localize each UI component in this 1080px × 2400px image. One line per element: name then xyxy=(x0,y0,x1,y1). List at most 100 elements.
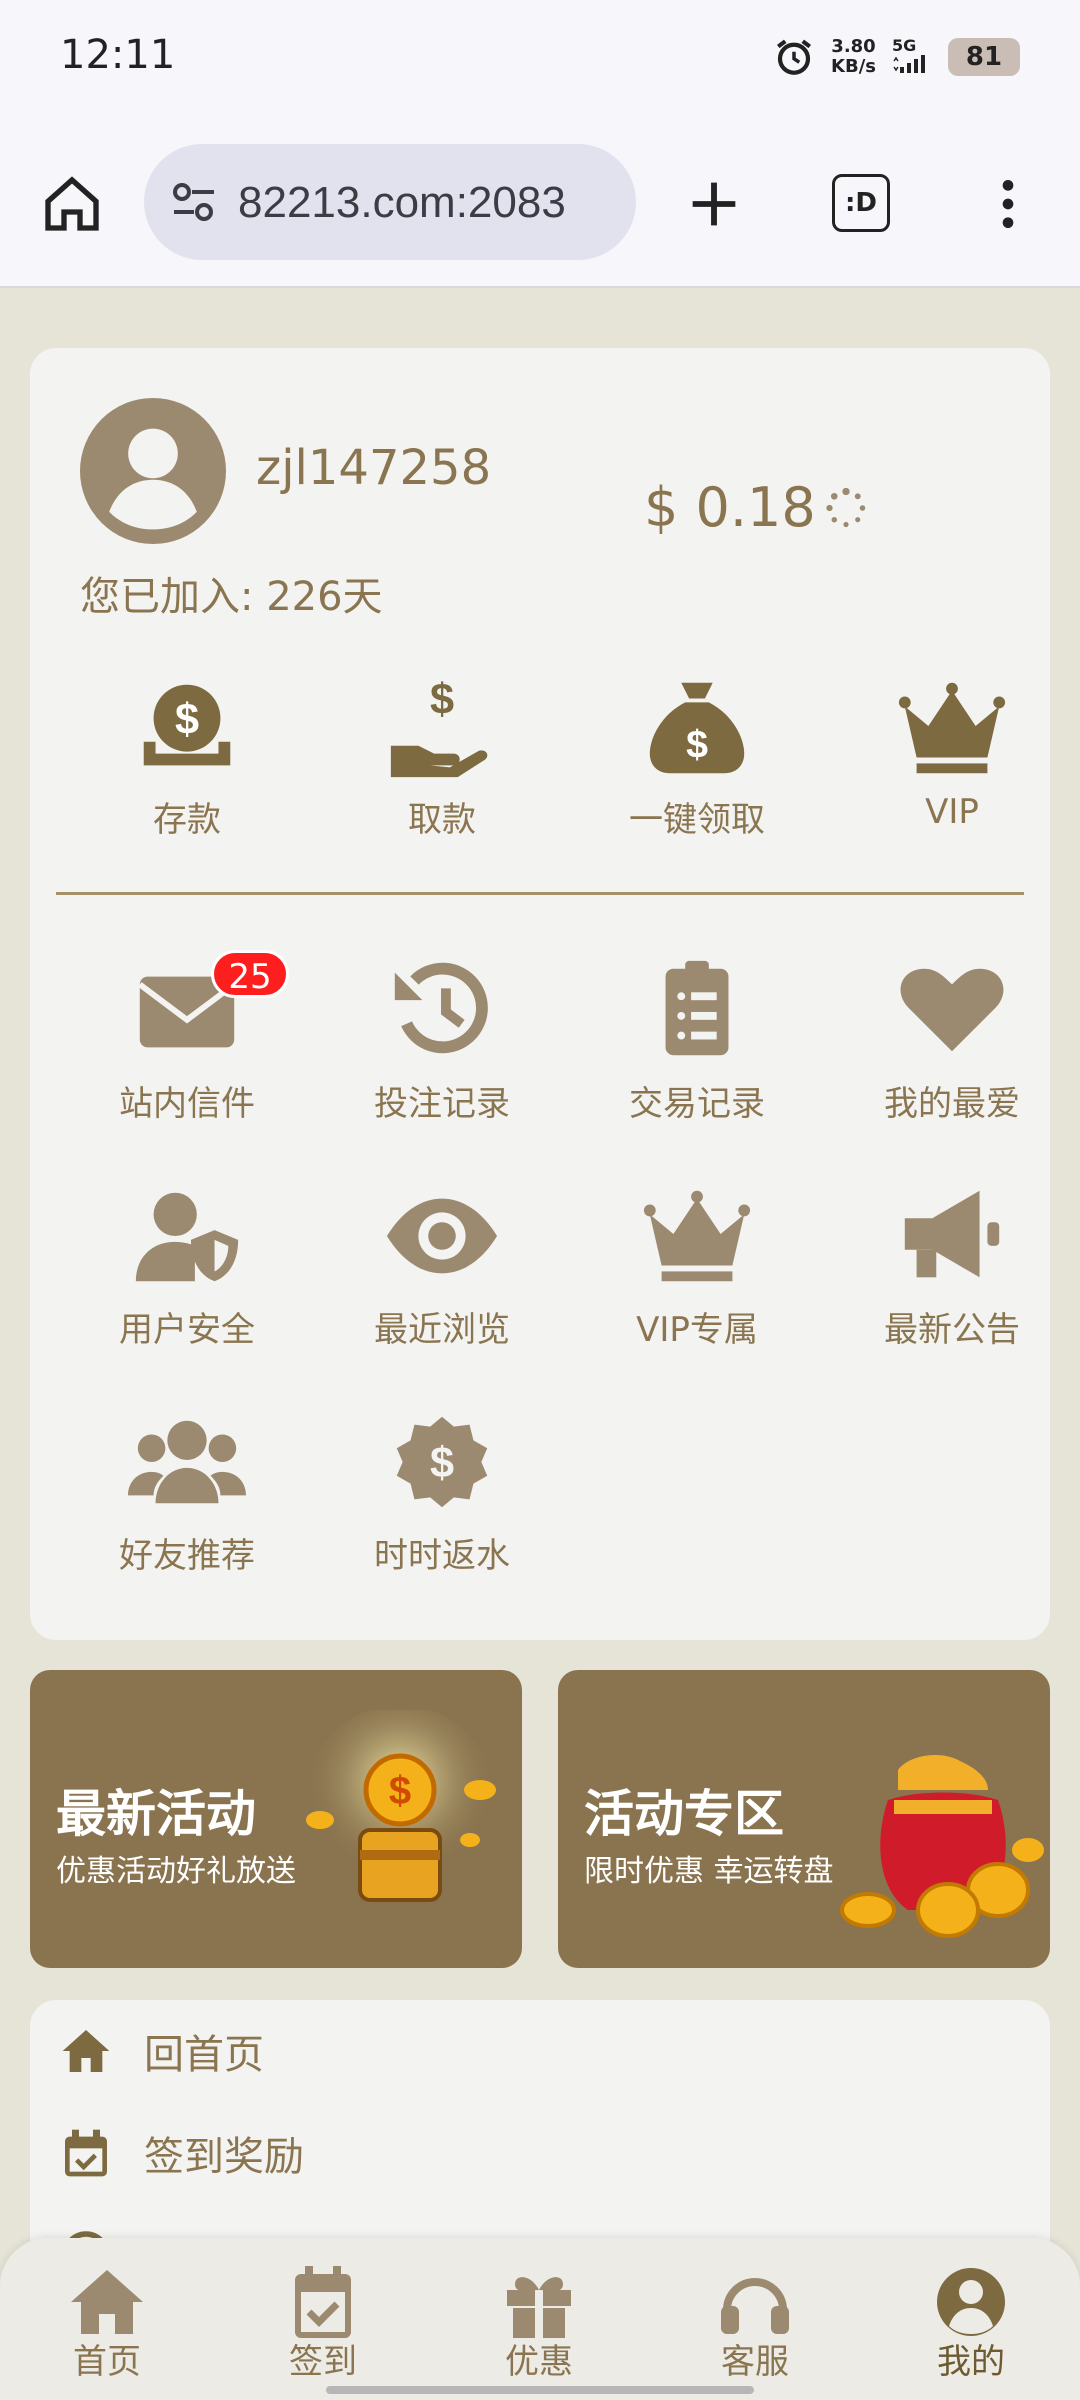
nav-profile[interactable]: 我的 xyxy=(896,2266,1046,2383)
tabs-icon[interactable]: :D xyxy=(832,174,890,232)
clipboard-icon xyxy=(665,960,729,1056)
nav-checkin[interactable]: 签到 xyxy=(248,2266,398,2383)
menu-item-home[interactable]: 回首页 xyxy=(58,2016,264,2086)
speed-unit: KB/s xyxy=(831,56,876,77)
bottom-nav: 首页 签到 优惠 客服 我的 xyxy=(0,2238,1080,2400)
withdraw-icon: $ xyxy=(390,678,488,778)
withdraw-label: 取款 xyxy=(408,800,476,840)
home-icon xyxy=(71,2270,143,2334)
home-icon xyxy=(62,2030,110,2072)
user-circle-icon xyxy=(937,2268,1005,2336)
promo-title: 活动专区 xyxy=(584,1785,784,1843)
status-time: 12:11 xyxy=(60,32,176,78)
alarm-icon xyxy=(777,39,812,75)
gesture-bar xyxy=(326,2386,754,2394)
tune-icon[interactable] xyxy=(170,180,218,224)
promo-activity-zone[interactable]: 活动专区 限时优惠 幸运转盘 xyxy=(558,1670,1050,1968)
nav-label: 优惠 xyxy=(505,2342,573,2382)
menu-item-label: 签到奖励 xyxy=(144,2134,304,2180)
join-duration: 您已加入: 226天 xyxy=(80,574,383,620)
signal-indicator: 5G xyxy=(892,37,932,77)
eye-icon xyxy=(386,1198,498,1274)
avatar[interactable] xyxy=(80,398,226,544)
nav-label: 客服 xyxy=(721,2342,789,2382)
cashback-label: 时时返水 xyxy=(374,1536,510,1576)
status-icons: 3.80 KB/s 5G 81 xyxy=(773,36,1020,78)
svg-text:$: $ xyxy=(430,678,454,724)
vip-exclusive-label: VIP专属 xyxy=(636,1310,758,1350)
recent-views-button[interactable]: 最近浏览 xyxy=(322,1186,562,1351)
bet-history-label: 投注记录 xyxy=(374,1084,510,1124)
inbox-button[interactable]: 25 站内信件 xyxy=(67,950,307,1125)
security-button[interactable]: 用户安全 xyxy=(67,1186,307,1351)
calendar-check-icon xyxy=(65,2129,107,2177)
promo-subtitle: 限时优惠 幸运转盘 xyxy=(584,1854,834,1889)
gift-icon xyxy=(507,2277,571,2338)
nav-support[interactable]: 客服 xyxy=(680,2266,830,2383)
nav-label: 签到 xyxy=(289,2342,357,2382)
announcements-label: 最新公告 xyxy=(884,1310,1020,1350)
browser-toolbar: 82213.com:2083 :D xyxy=(0,112,1080,288)
menu-item-label: 回首页 xyxy=(144,2032,264,2078)
svg-text:$: $ xyxy=(430,1440,454,1488)
vip-button[interactable]: VIP xyxy=(832,678,1072,832)
network-type: 5G xyxy=(892,36,917,55)
lucky-bag-icon xyxy=(840,1755,1044,1938)
refresh-icon[interactable] xyxy=(824,486,868,530)
url-bar[interactable]: 82213.com:2083 xyxy=(144,144,636,260)
deposit-button[interactable]: $ 存款 xyxy=(67,678,307,841)
money-bag-icon: $ xyxy=(649,682,745,774)
plus-icon[interactable] xyxy=(682,172,746,236)
deposit-icon: $ xyxy=(143,684,231,766)
favorites-button[interactable]: 我的最爱 xyxy=(832,960,1072,1125)
divider xyxy=(56,892,1024,895)
home-icon[interactable] xyxy=(40,172,104,236)
headset-icon xyxy=(721,2278,789,2334)
status-bar: 12:11 3.80 KB/s 5G 81 xyxy=(0,0,1080,112)
heart-icon xyxy=(900,968,1004,1052)
announcements-button[interactable]: 最新公告 xyxy=(832,1186,1072,1351)
inbox-label: 站内信件 xyxy=(119,1084,255,1124)
nav-home[interactable]: 首页 xyxy=(32,2266,182,2383)
vip-exclusive-button[interactable]: VIP专属 xyxy=(577,1186,817,1351)
users-icon xyxy=(128,1420,246,1504)
promo-latest-activities[interactable]: $ 最新活动 优惠活动好礼放送 xyxy=(30,1670,522,1968)
treasure-chest-icon: $ xyxy=(305,1710,496,1902)
crown-icon xyxy=(643,1190,751,1282)
svg-text:$: $ xyxy=(686,723,708,767)
more-icon[interactable] xyxy=(976,172,1040,236)
balance: $ 0.18 xyxy=(644,476,816,539)
referral-label: 好友推荐 xyxy=(119,1536,255,1576)
nav-label: 首页 xyxy=(73,2342,141,2382)
svg-text:$: $ xyxy=(175,696,199,744)
referral-button[interactable]: 好友推荐 xyxy=(67,1412,307,1577)
claim-all-button[interactable]: $ 一键领取 xyxy=(577,678,817,841)
speed-value: 3.80 xyxy=(831,36,876,57)
unread-badge: 25 xyxy=(211,950,289,998)
menu-item-checkin[interactable]: 签到奖励 xyxy=(58,2118,304,2188)
profile-card: zjl147258 $ 0.18 您已加入: 226天 $ 存款 $ 取款 $ xyxy=(30,348,1050,1640)
svg-text:$: $ xyxy=(389,1769,411,1813)
deposit-label: 存款 xyxy=(153,800,221,840)
security-label: 用户安全 xyxy=(119,1310,255,1350)
claim-all-label: 一键领取 xyxy=(629,800,765,840)
calendar-check-icon xyxy=(295,2266,351,2338)
transactions-button[interactable]: 交易记录 xyxy=(577,960,817,1125)
nav-label: 我的 xyxy=(937,2342,1005,2382)
cashback-button[interactable]: $ 时时返水 xyxy=(322,1412,562,1577)
url-text[interactable]: 82213.com:2083 xyxy=(238,178,566,228)
history-icon xyxy=(394,962,488,1054)
vip-label: VIP xyxy=(925,792,979,832)
signal-icon xyxy=(893,55,925,73)
transactions-label: 交易记录 xyxy=(629,1084,765,1124)
promo-title: 最新活动 xyxy=(56,1785,256,1843)
username: zjl147258 xyxy=(256,440,492,496)
promo-subtitle: 优惠活动好礼放送 xyxy=(56,1854,296,1889)
battery-icon: 81 xyxy=(948,38,1020,76)
withdraw-button[interactable]: $ 取款 xyxy=(322,678,562,841)
cashback-icon: $ xyxy=(396,1416,488,1508)
bet-history-button[interactable]: 投注记录 xyxy=(322,960,562,1125)
nav-promotions[interactable]: 优惠 xyxy=(464,2266,614,2383)
megaphone-icon xyxy=(904,1190,1000,1278)
user-shield-icon xyxy=(135,1192,239,1282)
